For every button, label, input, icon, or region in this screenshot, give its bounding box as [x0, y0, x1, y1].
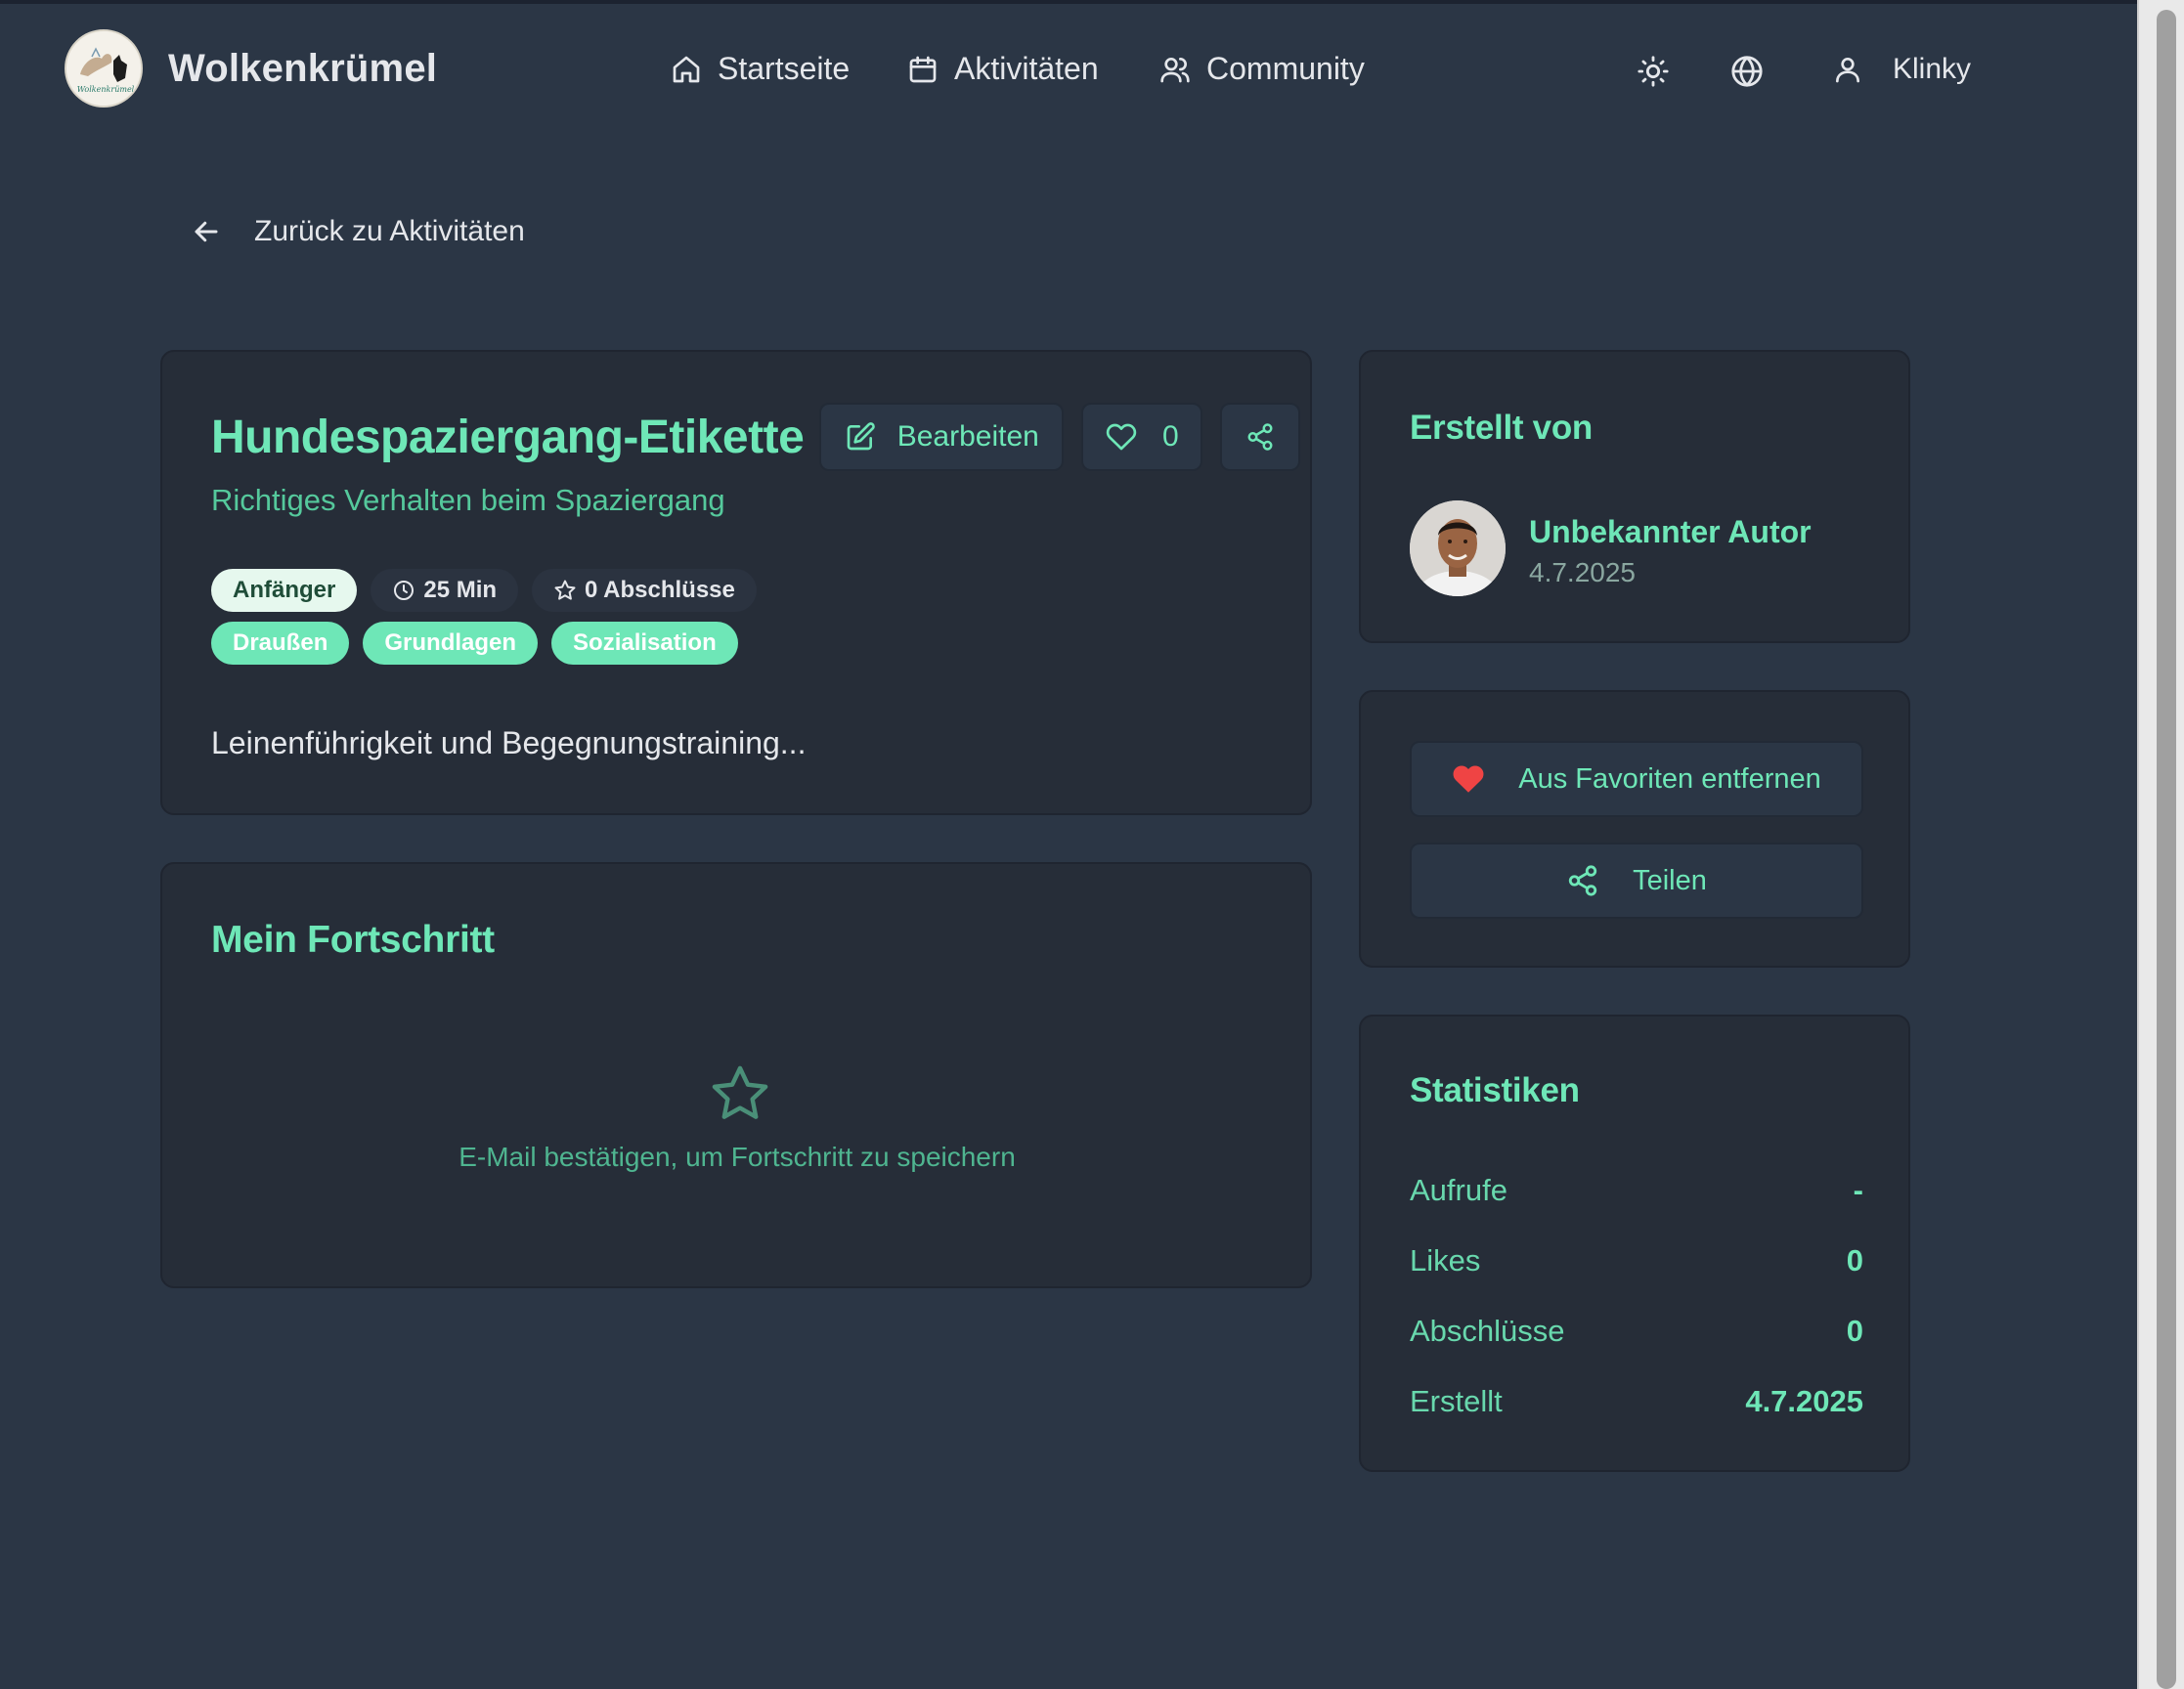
stat-row-completions: Abschlüsse 0	[1410, 1314, 1863, 1349]
tag-chip[interactable]: Grundlagen	[363, 622, 539, 665]
activity-title-row: Hundespaziergang-Etikette Bearbeiten 0	[211, 403, 1301, 471]
actions-card: Aus Favoriten entfernen Teilen	[1359, 690, 1910, 968]
user-menu-button[interactable]: Klinky	[1832, 53, 1971, 86]
stat-row-views: Aufrufe -	[1410, 1173, 1863, 1208]
share-icon	[1247, 423, 1273, 451]
heart-outline-icon	[1106, 423, 1137, 451]
share-button[interactable]: Teilen	[1410, 843, 1863, 919]
statistics-card: Statistiken Aufrufe - Likes 0 Abschlüsse…	[1359, 1015, 1910, 1472]
like-button[interactable]: 0	[1081, 403, 1203, 471]
nav-item-label: Startseite	[718, 51, 851, 86]
progress-empty-message: E-Mail bestätigen, um Fortschritt zu spe…	[459, 1142, 1016, 1172]
scrollbar-track[interactable]	[2137, 0, 2184, 1689]
calendar-icon	[909, 56, 937, 82]
theme-toggle-button[interactable]	[1637, 55, 1670, 88]
edit-icon	[847, 422, 875, 451]
stat-value: 0	[1846, 1243, 1863, 1278]
statistics-title: Statistiken	[1410, 1071, 1580, 1109]
activity-card: Hundespaziergang-Etikette Bearbeiten 0 R…	[160, 350, 1312, 815]
stat-value: 4.7.2025	[1745, 1384, 1863, 1418]
tag-list: Draußen Grundlagen Sozialisation	[211, 622, 738, 665]
star-outline-icon	[712, 1065, 768, 1119]
arrow-left-icon	[195, 221, 218, 242]
author-name[interactable]: Unbekannter Autor	[1529, 514, 1812, 550]
clock-icon	[394, 581, 415, 600]
nav-item-startseite[interactable]: Startseite	[671, 51, 850, 87]
duration-badge: 25 Min	[371, 569, 519, 612]
creator-card: Erstellt von Unbekannter Autor 4.7.2025	[1359, 350, 1910, 643]
svg-text:Wolkenkrümel: Wolkenkrümel	[77, 85, 135, 94]
nav-item-community[interactable]: Community	[1159, 51, 1365, 87]
tag-chip[interactable]: Sozialisation	[551, 622, 738, 665]
author-date: 4.7.2025	[1529, 557, 1636, 587]
stat-label: Abschlüsse	[1410, 1314, 1565, 1348]
back-link-label: Zurück zu Aktivitäten	[254, 215, 525, 247]
meta-chips: Anfänger 25 Min 0 Abschlüsse	[211, 569, 757, 612]
activity-title: Hundespaziergang-Etikette	[211, 411, 805, 463]
stat-label: Erstellt	[1410, 1384, 1503, 1418]
activity-subtitle: Richtiges Verhalten beim Spaziergang	[211, 483, 725, 517]
remove-favorite-label: Aus Favoriten entfernen	[1518, 762, 1821, 795]
progress-card: Mein Fortschritt E-Mail bestätigen, um F…	[160, 862, 1312, 1288]
stat-label: Aufrufe	[1410, 1173, 1507, 1207]
sun-icon	[1638, 56, 1669, 87]
back-to-activities-link[interactable]: Zurück zu Aktivitäten	[192, 215, 525, 248]
completions-badge: 0 Abschlüsse	[532, 569, 757, 612]
avatar[interactable]	[1410, 500, 1506, 596]
language-button[interactable]	[1730, 55, 1764, 88]
stat-row-likes: Likes 0	[1410, 1243, 1863, 1278]
like-count: 0	[1161, 420, 1179, 453]
nav-item-aktivitaeten[interactable]: Aktivitäten	[907, 51, 1099, 87]
nav-item-label: Aktivitäten	[954, 51, 1099, 86]
edit-button-label: Bearbeiten	[896, 420, 1039, 453]
star-outline-icon	[554, 580, 576, 600]
stat-label: Likes	[1410, 1243, 1481, 1278]
nav-item-label: Community	[1206, 51, 1365, 86]
tag-chip[interactable]: Draußen	[211, 622, 350, 665]
user-name: Klinky	[1893, 53, 1972, 85]
share-icon-button[interactable]	[1220, 403, 1301, 471]
share-label: Teilen	[1633, 864, 1707, 896]
edit-button[interactable]: Bearbeiten	[819, 403, 1065, 471]
user-icon	[1836, 58, 1859, 83]
creator-title: Erstellt von	[1410, 409, 1594, 447]
scrollbar-thumb[interactable]	[2157, 10, 2176, 1689]
brand-logo[interactable]: Wolkenkrümel	[65, 29, 143, 108]
home-icon	[673, 56, 700, 82]
heart-filled-icon	[1453, 765, 1484, 793]
progress-title: Mein Fortschritt	[211, 919, 495, 961]
users-icon	[1160, 57, 1190, 82]
stat-value: -	[1853, 1173, 1863, 1207]
stat-value: 0	[1846, 1314, 1863, 1348]
level-badge: Anfänger	[211, 569, 358, 612]
share-icon	[1568, 865, 1597, 896]
remove-favorite-button[interactable]: Aus Favoriten entfernen	[1410, 741, 1863, 817]
globe-icon	[1731, 56, 1763, 87]
activity-description: Leinenführigkeit und Begegnungstraining.…	[211, 725, 807, 760]
stat-row-created: Erstellt 4.7.2025	[1410, 1384, 1863, 1419]
top-navigation-bar: Wolkenkrümel Wolkenkrümel Startseite Akt…	[0, 4, 2137, 133]
brand-name[interactable]: Wolkenkrümel	[168, 47, 437, 91]
